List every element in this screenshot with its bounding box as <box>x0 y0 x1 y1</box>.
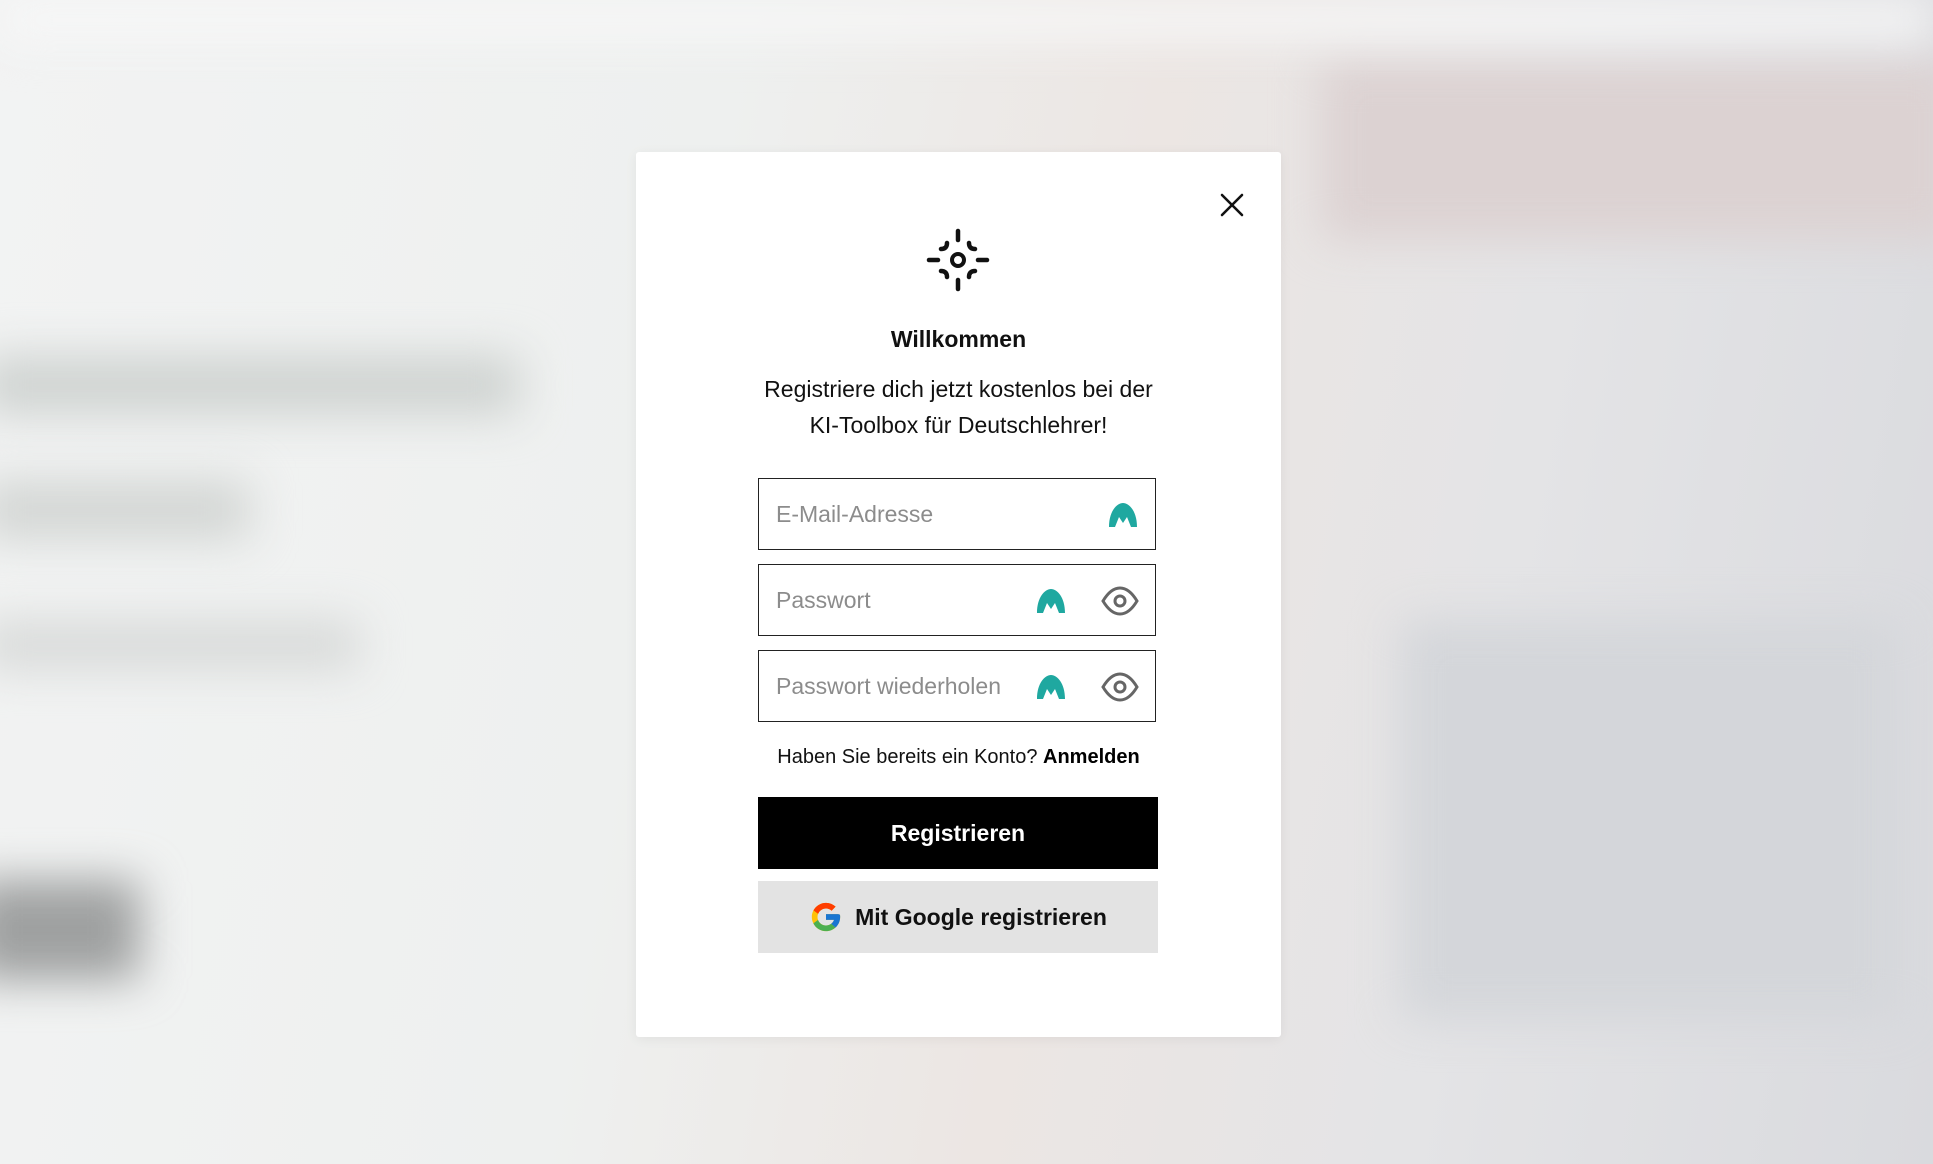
password-manager-icon[interactable] <box>1107 501 1139 529</box>
google-register-button[interactable]: Mit Google registrieren <box>758 881 1158 953</box>
background-blur-shape <box>0 0 1933 40</box>
modal-title: Willkommen <box>890 326 1027 352</box>
email-input[interactable] <box>776 479 1016 549</box>
google-icon <box>811 902 841 932</box>
password-repeat-input[interactable] <box>776 651 1016 721</box>
google-register-label: Mit Google registrieren <box>855 903 1107 930</box>
signup-modal: Willkommen Registriere dich jetzt kosten… <box>636 152 1281 1037</box>
password-field[interactable] <box>758 564 1156 636</box>
eye-icon[interactable] <box>1101 584 1139 618</box>
background-blur-shape <box>0 620 360 670</box>
password-manager-icon[interactable] <box>1035 673 1067 701</box>
login-link[interactable]: Anmelden <box>1043 746 1140 768</box>
eye-icon[interactable] <box>1101 670 1139 704</box>
password-repeat-field[interactable] <box>758 650 1156 722</box>
background-blur-shape <box>1320 60 1933 240</box>
background-blur-shape <box>1400 620 1900 1020</box>
login-prompt: Haben Sie bereits ein Konto? Anmelden <box>636 746 1281 769</box>
sparkle-target-icon <box>926 228 990 292</box>
background-blur-shape <box>0 355 520 415</box>
register-button[interactable]: Registrieren <box>758 797 1158 869</box>
password-manager-icon[interactable] <box>1035 587 1067 615</box>
login-prompt-text: Haben Sie bereits ein Konto? <box>777 746 1044 768</box>
modal-subtitle: Registriere dich jetzt kostenlos bei der… <box>764 376 1153 438</box>
password-input[interactable] <box>776 565 1016 635</box>
close-icon[interactable] <box>1217 190 1247 220</box>
background-blur-shape <box>0 880 140 980</box>
background-blur-shape <box>0 480 250 540</box>
email-field[interactable] <box>758 478 1156 550</box>
